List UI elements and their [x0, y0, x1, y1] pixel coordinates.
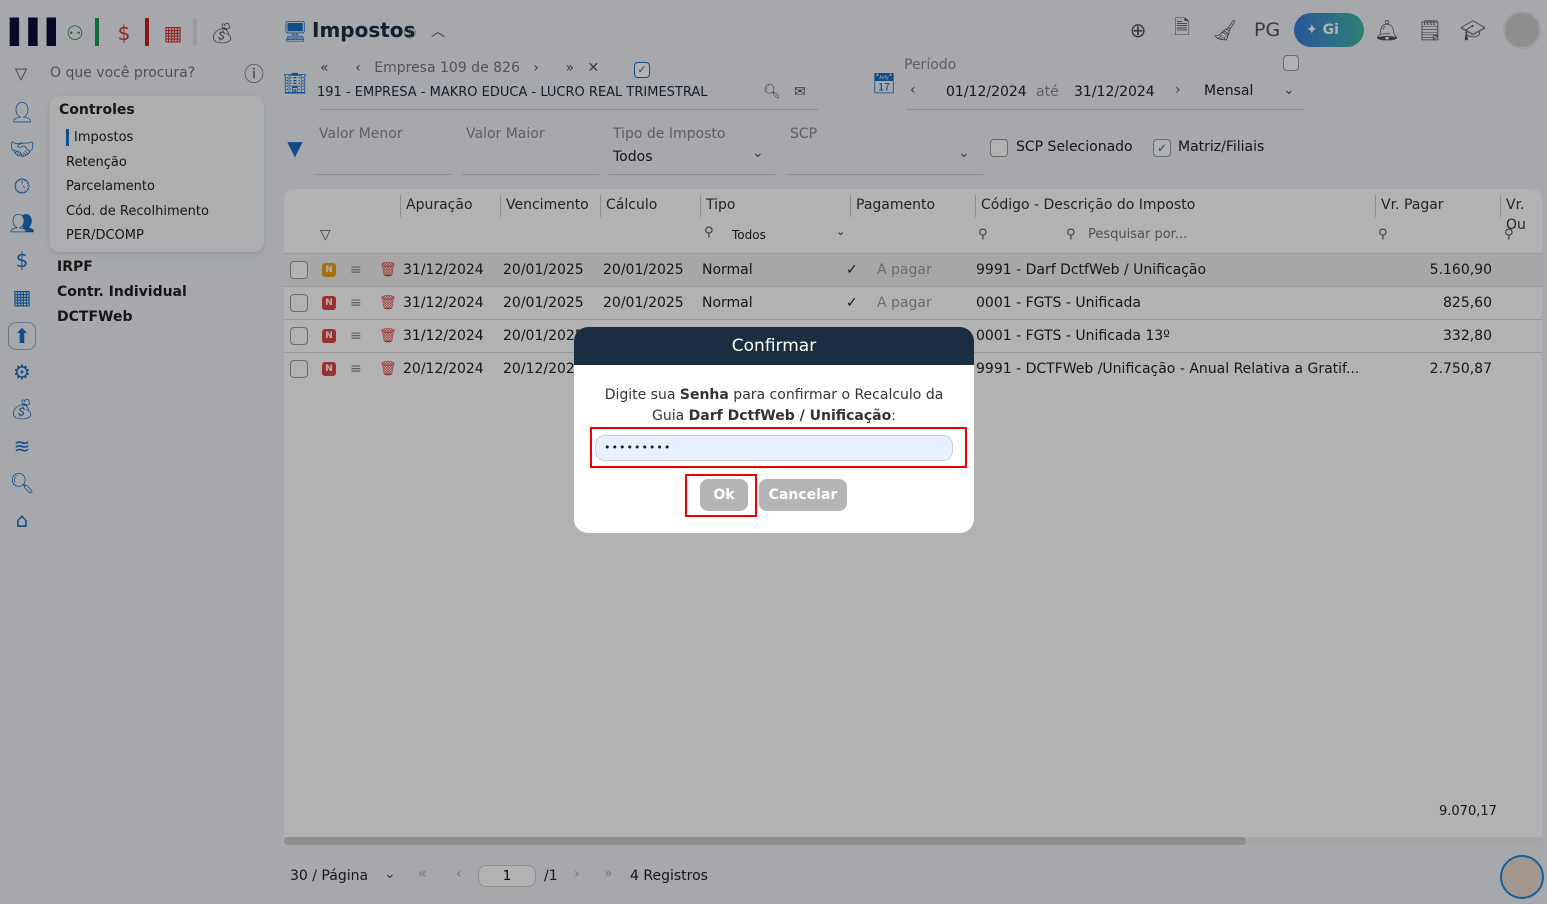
- dialog-message: Digite sua Senha para confirmar o Recalc…: [604, 387, 944, 424]
- dialog-title: Confirmar: [574, 327, 974, 365]
- ok-button[interactable]: Ok: [700, 479, 748, 511]
- confirm-dialog: Confirmar Digite sua Senha para confirma…: [574, 327, 974, 533]
- password-input[interactable]: •••••••••: [595, 435, 953, 461]
- cancel-button[interactable]: Cancelar: [759, 479, 847, 511]
